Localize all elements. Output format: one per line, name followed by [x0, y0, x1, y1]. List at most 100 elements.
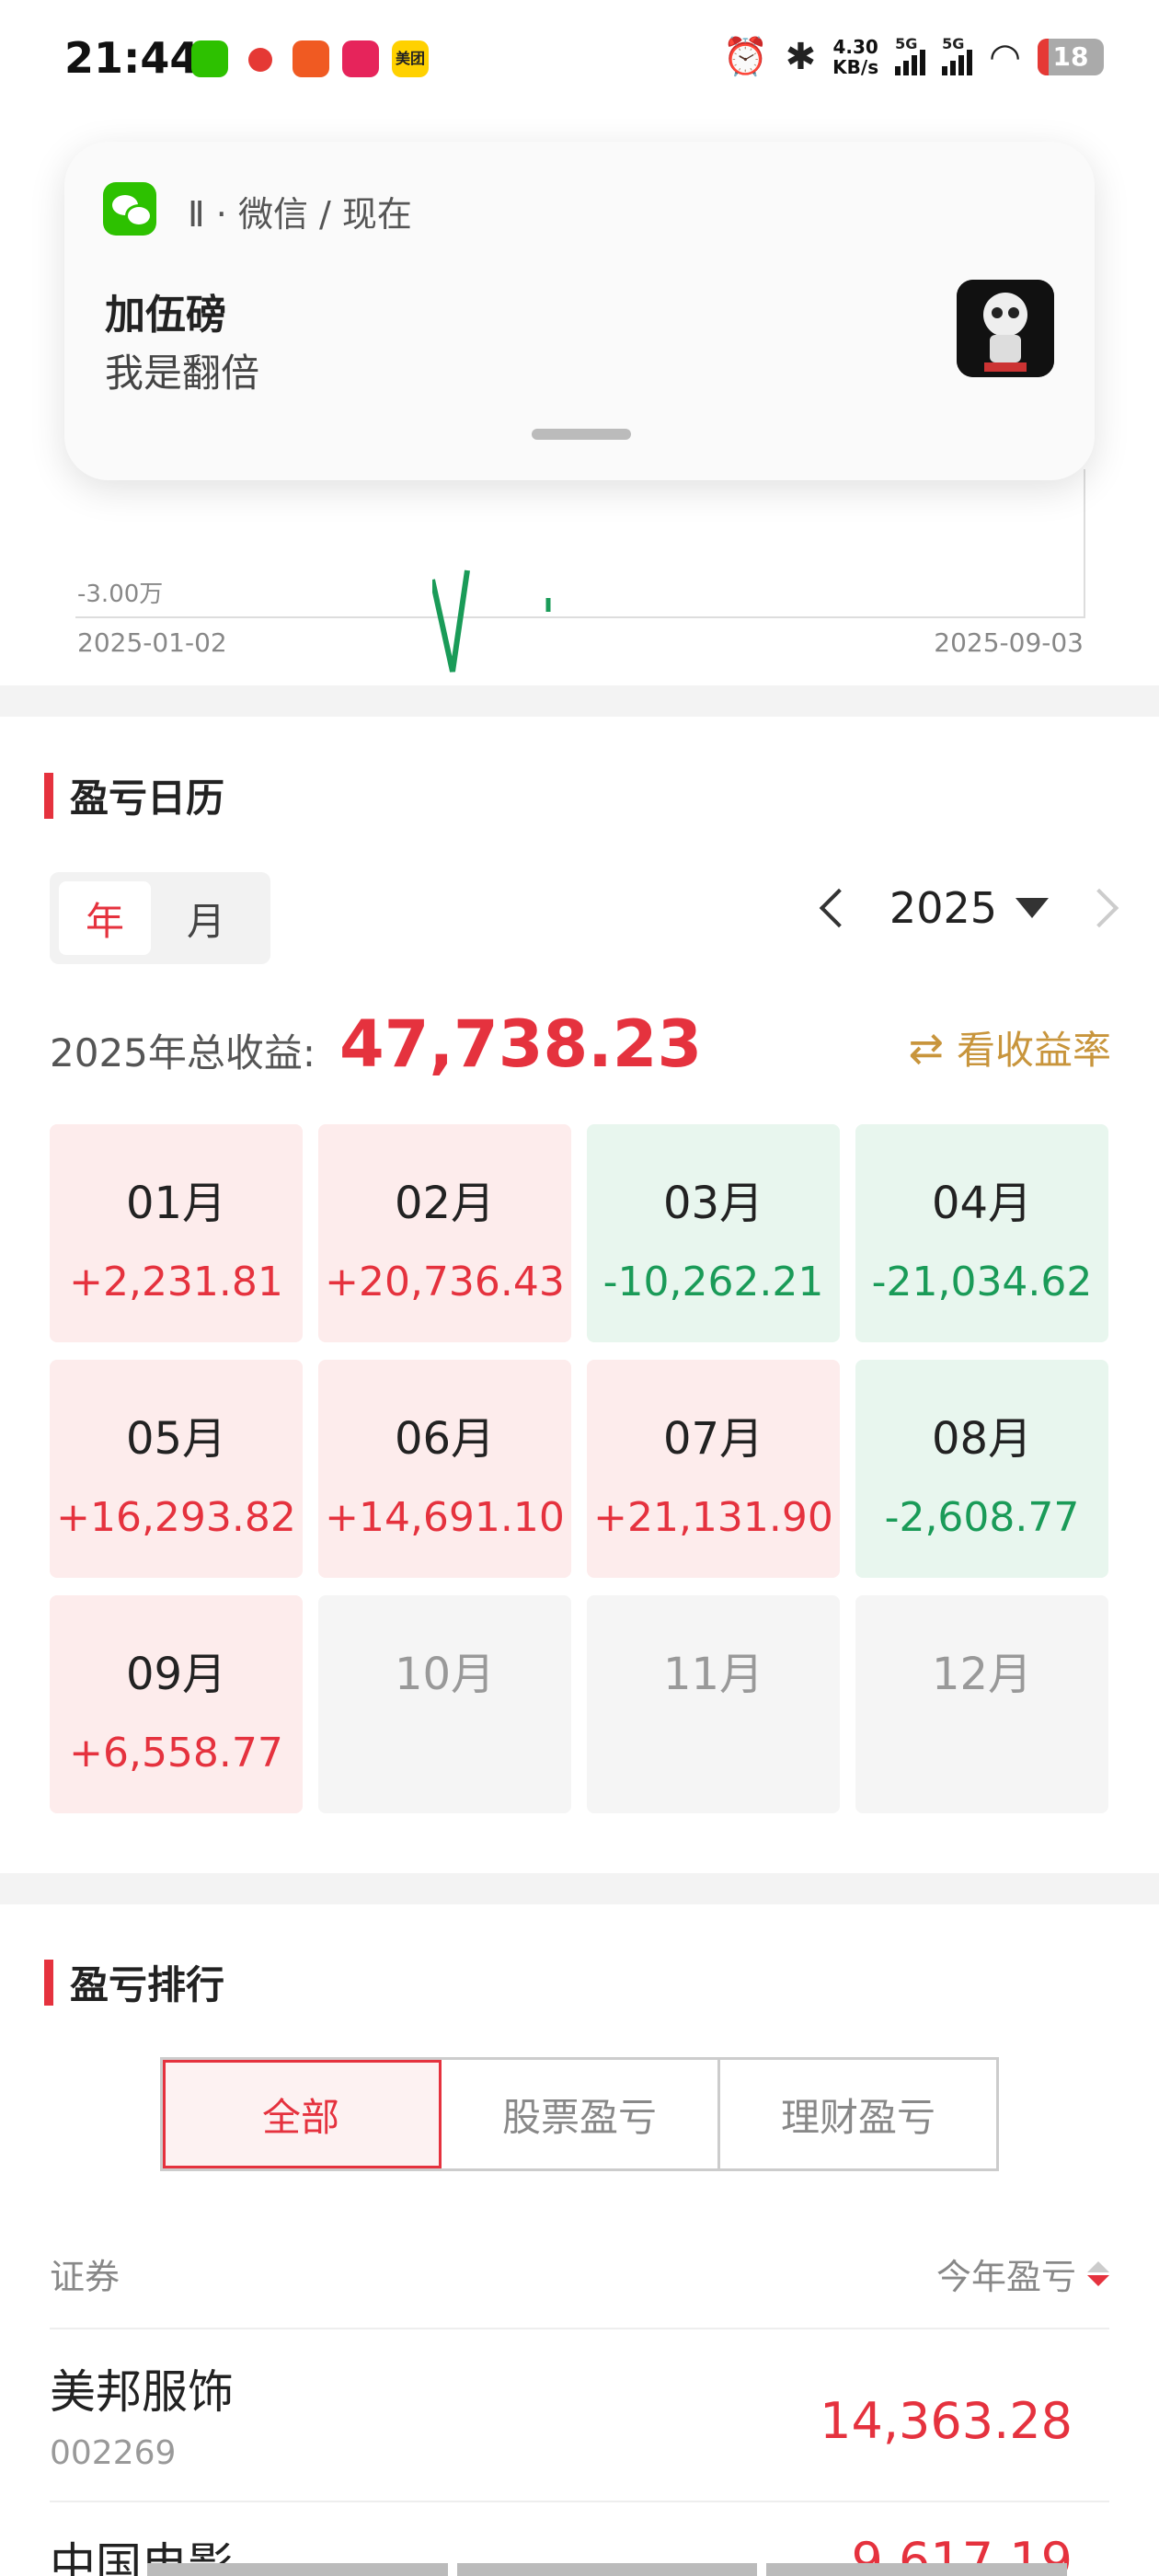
app-icon: [293, 40, 329, 77]
month-name: 06月: [394, 1413, 496, 1465]
col-security: 证券: [50, 2257, 120, 2297]
chart-x-end-label: 2025-09-03: [934, 627, 1084, 658]
year-selector: 2025: [819, 883, 1119, 933]
sort-icon: [1087, 2261, 1109, 2286]
month-cell[interactable]: 10月: [318, 1595, 571, 1813]
meituan-icon: 美团: [392, 40, 429, 77]
app-screen: -3.00万 2025-01-02 2025-09-03 盈亏日历 年 月 20…: [0, 0, 1159, 2576]
ranking-title: 盈亏排行: [70, 1962, 225, 2007]
chart-y-tick: -3.00万: [77, 581, 164, 608]
month-value: -10,262.21: [602, 1259, 824, 1305]
avatar: [957, 280, 1054, 377]
month-value: +14,691.10: [325, 1494, 565, 1541]
month-name: 02月: [394, 1178, 496, 1229]
month-cell[interactable]: 01月 +2,231.81: [50, 1124, 303, 1342]
year-month-toggle: 年 月: [50, 872, 270, 964]
year-value[interactable]: 2025: [889, 883, 997, 933]
month-cell[interactable]: 11月: [587, 1595, 840, 1813]
overlay-placeholder-bars: [147, 2563, 1068, 2576]
month-name: 08月: [931, 1413, 1033, 1465]
ranking-table-header: 证券 今年盈亏: [50, 2248, 1109, 2299]
signal-icon: 5G: [895, 35, 926, 75]
notification-title: 加伍磅: [105, 292, 226, 339]
dropdown-arrow-icon[interactable]: [1016, 898, 1049, 918]
chart-axis-line-right: [1084, 469, 1085, 618]
chevron-left-icon[interactable]: [819, 888, 859, 928]
clock: 21:44: [64, 33, 200, 83]
battery-level: 18: [1052, 40, 1089, 72]
month-value: -21,034.62: [871, 1259, 1093, 1305]
month-name: 07月: [662, 1413, 764, 1465]
month-cell[interactable]: 05月 +16,293.82: [50, 1360, 303, 1578]
signal-label: 5G: [942, 34, 965, 52]
speed-unit: KB/s: [832, 55, 879, 78]
month-cell[interactable]: 04月 -21,034.62: [855, 1124, 1108, 1342]
month-cell[interactable]: 02月 +20,736.43: [318, 1124, 571, 1342]
month-cell[interactable]: 03月 -10,262.21: [587, 1124, 840, 1342]
view-rate-label: 看收益率: [956, 1028, 1111, 1073]
month-cell[interactable]: 08月 -2,608.77: [855, 1360, 1108, 1578]
notification-source: Ⅱ · 微信 / 现在: [188, 194, 412, 235]
total-earnings: 2025年总收益: 47,738.23: [50, 1006, 702, 1082]
chevron-right-icon[interactable]: [1079, 888, 1119, 928]
month-cell[interactable]: 12月: [855, 1595, 1108, 1813]
speed-value: 4.30: [832, 35, 878, 58]
tab-stock-pnl[interactable]: 股票盈亏: [442, 2060, 720, 2168]
month-grid: 01月 +2,231.81 02月 +20,736.43 03月 -10,262.21 04…: [50, 1124, 1109, 1813]
col-pnl-sort[interactable]: 今年盈亏: [936, 2248, 1109, 2299]
toggle-year[interactable]: 年: [59, 881, 151, 955]
wechat-icon: [103, 182, 156, 236]
month-value: +20,736.43: [325, 1259, 565, 1305]
notification-handle[interactable]: [532, 429, 631, 440]
month-cell[interactable]: 07月 +21,131.90: [587, 1360, 840, 1578]
battery-icon: 18: [1038, 38, 1104, 75]
tab-wealth-pnl[interactable]: 理财盈亏: [720, 2060, 996, 2168]
col-pnl-label: 今年盈亏: [935, 2257, 1076, 2297]
chart-series-line: [432, 569, 551, 673]
chart-x-start-label: 2025-01-02: [77, 627, 227, 658]
month-cell[interactable]: 09月 +6,558.77: [50, 1595, 303, 1813]
bluetooth-icon: ✱: [785, 35, 817, 78]
month-name: 03月: [662, 1178, 764, 1229]
month-name: 11月: [662, 1649, 764, 1700]
month-name: 01月: [125, 1178, 227, 1229]
calendar-title: 盈亏日历: [70, 776, 225, 821]
alarm-icon: ⏰: [722, 36, 769, 78]
section-divider: [0, 1873, 1159, 1904]
status-bar: 21:44 美团 ⏰ ✱ 4.30 KB/s 5G 5G ◠ 18: [0, 0, 1159, 120]
wechat-icon: [191, 40, 228, 77]
total-value: 47,738.23: [339, 1006, 703, 1082]
divider: [50, 2328, 1109, 2329]
calendar-header: 盈亏日历: [44, 767, 224, 823]
wechat-notification[interactable]: Ⅱ · 微信 / 现在 加伍磅 我是翻倍: [64, 142, 1095, 480]
wifi-icon: ◠: [989, 35, 1021, 78]
month-value: +6,558.77: [69, 1730, 283, 1777]
network-speed: 4.30 KB/s: [832, 37, 878, 77]
notification-body: 我是翻倍: [105, 351, 260, 396]
section-accent-bar: [44, 772, 53, 819]
divider: [50, 2501, 1109, 2502]
tab-all[interactable]: 全部: [163, 2060, 442, 2168]
chart-axis-line: [75, 616, 1085, 618]
ranking-tabs: 全部 股票盈亏 理财盈亏: [160, 2057, 999, 2171]
view-rate-link[interactable]: ⇄ 看收益率: [908, 1019, 1111, 1075]
ranking-header: 盈亏排行: [44, 1954, 224, 2010]
month-name: 05月: [125, 1413, 227, 1465]
signal-icon: 5G: [942, 35, 973, 75]
total-label: 2025年总收益:: [50, 1030, 316, 1075]
month-value: +16,293.82: [56, 1494, 296, 1541]
security-pnl: 14,363.28: [820, 2392, 1073, 2450]
toggle-month[interactable]: 月: [160, 881, 252, 955]
month-name: 10月: [394, 1649, 496, 1700]
app-icon: [342, 40, 379, 77]
month-name: 09月: [125, 1649, 227, 1700]
month-name: 04月: [931, 1178, 1033, 1229]
month-value: +21,131.90: [593, 1494, 833, 1541]
table-row[interactable]: 美邦服饰 002269 14,363.28: [50, 2355, 1073, 2472]
month-name: 12月: [931, 1649, 1033, 1700]
month-cell[interactable]: 06月 +14,691.10: [318, 1360, 571, 1578]
signal-label: 5G: [895, 34, 918, 52]
section-divider: [0, 685, 1159, 717]
status-indicators: ⏰ ✱ 4.30 KB/s 5G 5G ◠ 18: [723, 35, 1104, 78]
month-value: -2,608.77: [884, 1494, 1080, 1541]
